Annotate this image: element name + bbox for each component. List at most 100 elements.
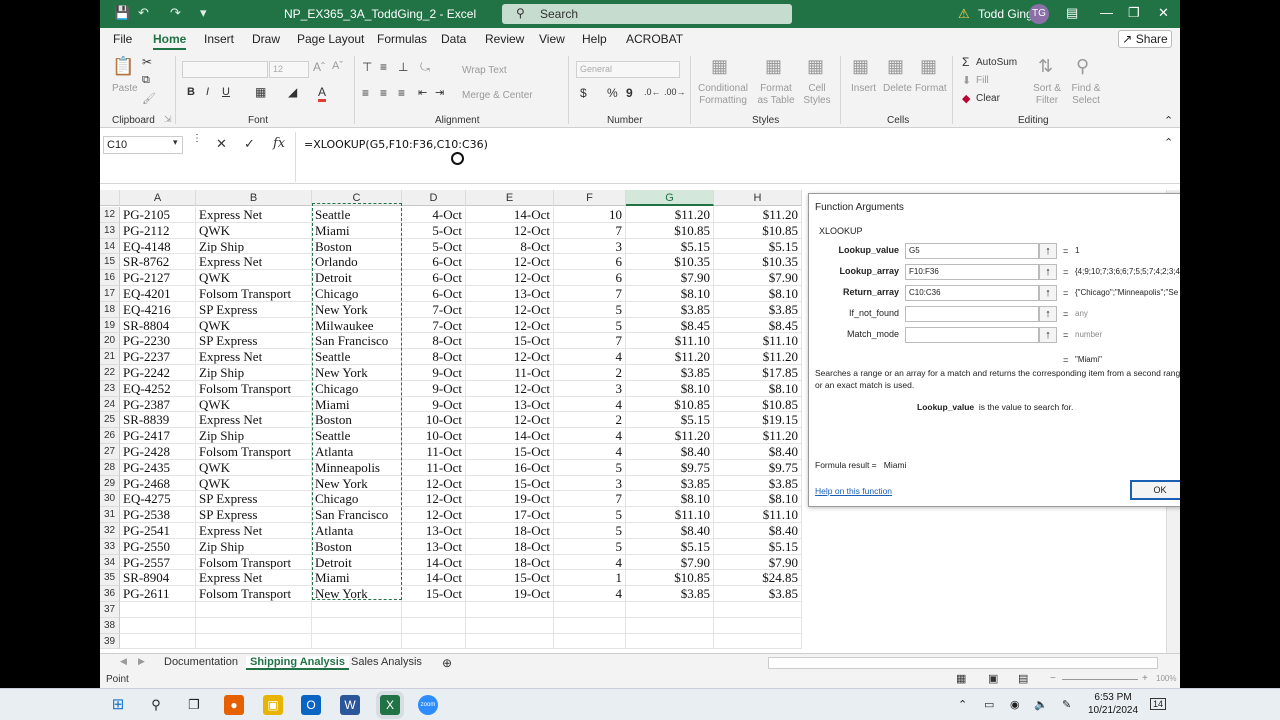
- cell-c[interactable]: San Francisco: [312, 333, 402, 350]
- cell-a[interactable]: PG-2611: [120, 586, 196, 602]
- cell-f[interactable]: 5: [554, 317, 626, 334]
- cell-a[interactable]: SR-8839: [120, 412, 196, 429]
- cell-a[interactable]: EQ-4252: [120, 380, 196, 397]
- cell-c[interactable]: Miami: [312, 222, 402, 239]
- undo-icon[interactable]: ↶: [138, 5, 149, 21]
- orientation-icon[interactable]: ⤿: [420, 60, 430, 75]
- font-name-dropdown[interactable]: [182, 61, 268, 78]
- row-header[interactable]: 29: [100, 475, 120, 492]
- column-header-f[interactable]: F: [554, 190, 626, 206]
- cell-h[interactable]: $8.45: [714, 317, 802, 334]
- add-sheet-icon[interactable]: ⊕: [442, 656, 452, 670]
- cell-g[interactable]: $8.40: [626, 444, 714, 460]
- cell-a[interactable]: PG-2541: [120, 523, 196, 539]
- next-sheet-icon[interactable]: ▶: [138, 656, 145, 667]
- cancel-icon[interactable]: ✕: [216, 136, 227, 152]
- cell-styles-label[interactable]: Cell Styles: [800, 83, 834, 107]
- redo-icon[interactable]: ↷: [170, 5, 181, 21]
- prev-sheet-icon[interactable]: ◀: [120, 656, 127, 667]
- formula-input[interactable]: =XLOOKUP(G5,F10:F36,C10:C36): [304, 138, 488, 151]
- cell-g[interactable]: $8.10: [626, 380, 714, 397]
- cell-b[interactable]: QWK: [196, 396, 312, 413]
- collapse-dialog-icon[interactable]: ↑: [1039, 285, 1057, 301]
- align-center-icon[interactable]: ≡: [380, 86, 387, 100]
- cell-g[interactable]: $11.10: [626, 507, 714, 523]
- cell-g[interactable]: $3.85: [626, 586, 714, 602]
- row-header[interactable]: 27: [100, 444, 120, 460]
- cell-h[interactable]: $10.85: [714, 222, 802, 239]
- zoom-out-icon[interactable]: −: [1050, 673, 1056, 684]
- cell-g[interactable]: $7.90: [626, 554, 714, 571]
- align-right-icon[interactable]: ≡: [398, 86, 405, 100]
- cell-h[interactable]: $8.10: [714, 286, 802, 302]
- collapse-dialog-icon[interactable]: ↑: [1039, 243, 1057, 259]
- cell-d[interactable]: 6-Oct: [402, 254, 466, 271]
- cell-f[interactable]: 3: [554, 475, 626, 492]
- cell-f[interactable]: 7: [554, 491, 626, 508]
- arg-input-return-array[interactable]: C10:C36: [905, 285, 1039, 301]
- cell-f[interactable]: 2: [554, 365, 626, 381]
- cell-a[interactable]: PG-2230: [120, 333, 196, 350]
- delete-cells-label[interactable]: Delete: [883, 83, 912, 94]
- name-box-dropdown-icon[interactable]: ▾: [173, 137, 178, 148]
- tab-help[interactable]: Help: [582, 32, 607, 46]
- cell-g[interactable]: $3.85: [626, 475, 714, 492]
- row-header[interactable]: 39: [100, 633, 120, 650]
- cell-h[interactable]: [714, 602, 802, 618]
- cell-a[interactable]: EQ-4148: [120, 238, 196, 255]
- sheet-tab-sales-analysis[interactable]: Sales Analysis: [351, 656, 422, 668]
- cell-d[interactable]: 9-Oct: [402, 380, 466, 397]
- tab-file[interactable]: File: [113, 32, 132, 46]
- customize-qat-icon[interactable]: ▾: [200, 5, 207, 21]
- cell-c[interactable]: Milwaukee: [312, 317, 402, 334]
- cut-icon[interactable]: ✂: [142, 55, 152, 69]
- cell-e[interactable]: 18-Oct: [466, 523, 554, 539]
- cell-c[interactable]: New York: [312, 301, 402, 318]
- warning-icon[interactable]: ⚠: [958, 6, 970, 22]
- page-break-view-icon[interactable]: ▤: [1018, 672, 1028, 685]
- row-header[interactable]: 32: [100, 523, 120, 539]
- cell-b[interactable]: QWK: [196, 459, 312, 476]
- cell-d[interactable]: 4-Oct: [402, 207, 466, 223]
- cell-g[interactable]: $10.85: [626, 396, 714, 413]
- paste-label[interactable]: Paste: [112, 83, 138, 94]
- cell-e[interactable]: 14-Oct: [466, 428, 554, 444]
- close-icon[interactable]: ✕: [1158, 5, 1169, 21]
- cell-a[interactable]: PG-2112: [120, 222, 196, 239]
- cell-b[interactable]: Zip Ship: [196, 238, 312, 255]
- cell-f[interactable]: 5: [554, 459, 626, 476]
- cell-a[interactable]: PG-2242: [120, 365, 196, 381]
- row-header[interactable]: 19: [100, 317, 120, 334]
- cell-b[interactable]: Folsom Transport: [196, 286, 312, 302]
- row-header[interactable]: 38: [100, 617, 120, 634]
- cell-h[interactable]: $9.75: [714, 459, 802, 476]
- cell-b[interactable]: [196, 602, 312, 618]
- cell-f[interactable]: 4: [554, 444, 626, 460]
- cell-e[interactable]: 15-Oct: [466, 444, 554, 460]
- cell-a[interactable]: PG-2417: [120, 428, 196, 444]
- row-header[interactable]: 24: [100, 396, 120, 413]
- expand-formula-bar-icon[interactable]: ⌃: [1164, 136, 1173, 149]
- cell-g[interactable]: [626, 602, 714, 618]
- sort-filter-icon[interactable]: ⇅: [1038, 56, 1053, 77]
- cell-f[interactable]: 2: [554, 412, 626, 429]
- tab-acrobat[interactable]: ACROBAT: [626, 32, 683, 46]
- underline-icon[interactable]: U: [222, 86, 230, 98]
- find-select-label[interactable]: Find & Select: [1068, 83, 1104, 107]
- cell-a[interactable]: PG-2105: [120, 207, 196, 223]
- cell-d[interactable]: 11-Oct: [402, 444, 466, 460]
- row-header[interactable]: 26: [100, 428, 120, 444]
- cell-h[interactable]: $7.90: [714, 270, 802, 286]
- clear-icon[interactable]: ◆: [962, 92, 970, 105]
- select-all-corner[interactable]: [100, 190, 120, 206]
- cell-a[interactable]: PG-2557: [120, 554, 196, 571]
- align-left-icon[interactable]: ≡: [362, 86, 369, 100]
- cell-e[interactable]: 13-Oct: [466, 286, 554, 302]
- row-header[interactable]: 36: [100, 586, 120, 602]
- cell-d[interactable]: 7-Oct: [402, 301, 466, 318]
- cell-g[interactable]: $10.35: [626, 254, 714, 271]
- save-icon[interactable]: 💾: [114, 5, 130, 21]
- cell-a[interactable]: SR-8904: [120, 570, 196, 587]
- enter-icon[interactable]: ✓: [244, 136, 255, 152]
- cell-a[interactable]: EQ-4216: [120, 301, 196, 318]
